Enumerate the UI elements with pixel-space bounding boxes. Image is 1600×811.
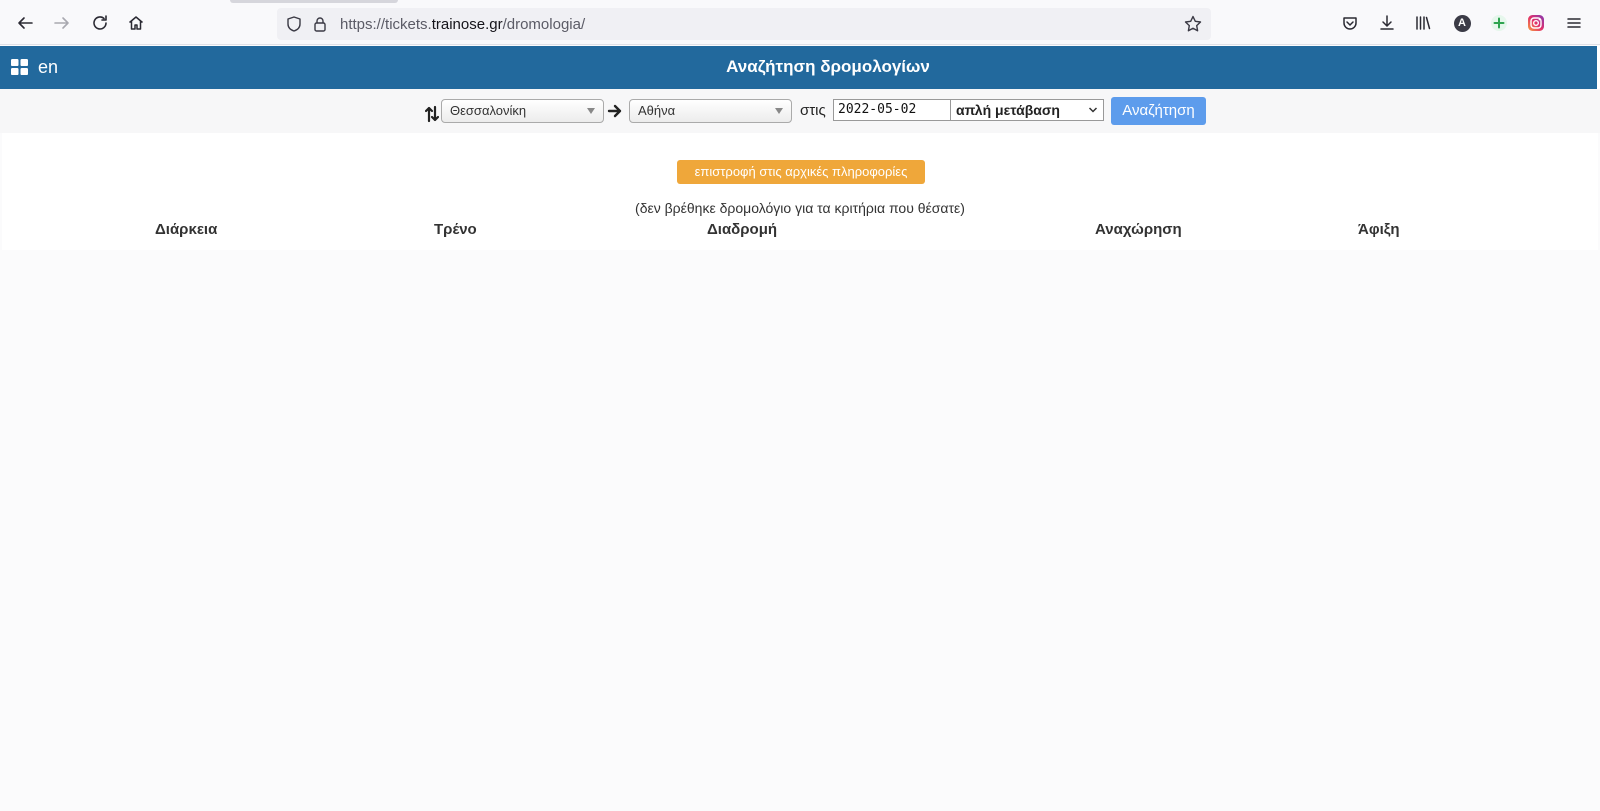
browser-toolbar: https://tickets.trainose.gr/dromologia/ … [0,0,1600,45]
column-departure: Αναχώρηση [1095,221,1182,238]
dropdown-caret-icon [775,108,783,114]
bookmark-star-icon[interactable] [1183,14,1203,34]
profile-avatar[interactable]: A [1451,12,1473,34]
from-station-select[interactable]: Θεσσαλονίκη [441,99,604,123]
site-header: en Αναζήτηση δρομολογίων [0,46,1600,89]
lock-icon[interactable] [311,15,329,33]
column-duration: Διάρκεια [155,221,218,238]
from-station-value: Θεσσαλονίκη [450,103,527,118]
trip-type-value: απλή μετάβαση [956,102,1060,118]
no-results-message: (δεν βρέθηκε δρομολόγιο για τα κριτήρια … [635,200,965,216]
reload-icon[interactable] [86,9,114,37]
to-station-value: Αθήνα [638,103,676,118]
shield-icon[interactable] [285,15,303,33]
home-icon[interactable] [122,9,150,37]
search-form: Θεσσαλονίκη Αθήνα στις 2022-05-02 απλή μ… [0,89,1600,133]
pocket-icon[interactable] [1339,12,1361,34]
swap-stations-icon[interactable] [425,105,439,123]
trip-type-select[interactable]: απλή μετάβαση [950,99,1104,121]
dropdown-caret-icon [587,108,595,114]
page-title: Αναζήτηση δρομολογίων [726,57,930,76]
column-train: Τρένο [434,221,477,238]
back-icon[interactable] [11,9,39,37]
url-text[interactable]: https://tickets.trainose.gr/dromologia/ [340,16,585,33]
back-to-info-button[interactable]: επιστροφή στις αρχικές πληροφορίες [677,160,925,184]
extension-plus-icon[interactable] [1488,12,1510,34]
menu-icon[interactable] [1563,12,1585,34]
library-icon[interactable] [1412,12,1434,34]
forward-icon[interactable] [48,9,76,37]
address-bar[interactable]: https://tickets.trainose.gr/dromologia/ [277,8,1211,40]
instagram-icon[interactable] [1525,12,1547,34]
active-tab-indicator [230,0,398,3]
column-route: Διαδρομή [707,221,778,238]
search-button[interactable]: Αναζήτηση [1111,97,1206,125]
date-input[interactable]: 2022-05-02 [833,99,951,121]
column-arrival: Άφιξη [1358,221,1400,238]
date-label: στις [800,102,826,119]
arrow-right-icon [607,104,622,118]
chevron-down-icon [1088,107,1098,113]
to-station-select[interactable]: Αθήνα [629,99,792,123]
downloads-icon[interactable] [1376,12,1398,34]
results-panel: επιστροφή στις αρχικές πληροφορίες (δεν … [2,133,1598,250]
